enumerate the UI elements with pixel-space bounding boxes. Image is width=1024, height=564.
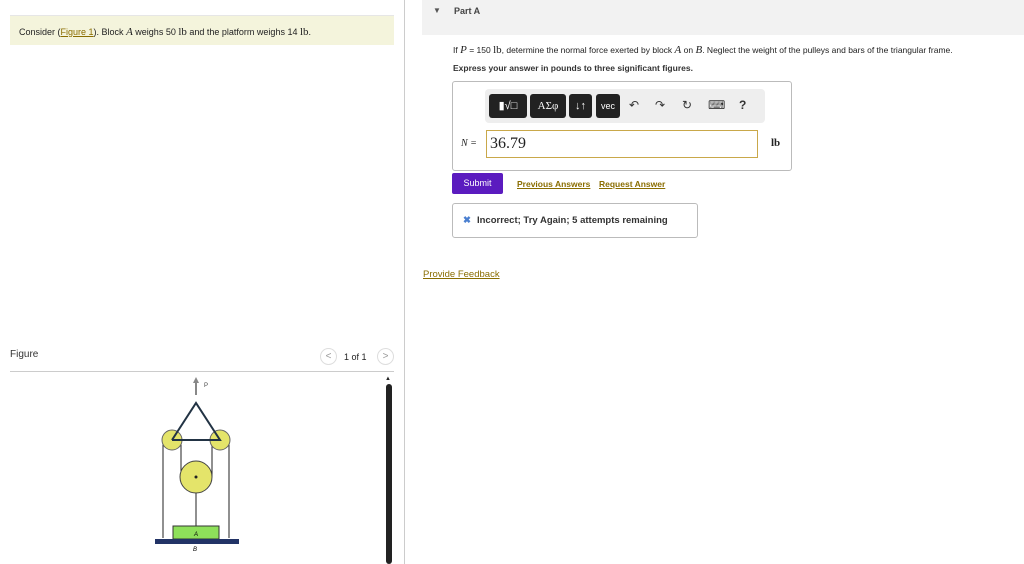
redo-icon[interactable]: ↷ [655,98,665,112]
text: Consider ( [19,27,61,37]
help-icon[interactable]: ? [739,98,746,112]
reset-icon[interactable]: ↻ [682,98,692,112]
collapse-triangle-icon[interactable]: ▼ [433,6,441,15]
prev-figure-button[interactable]: < [320,348,337,365]
instruction: Express your answer in pounds to three s… [453,63,693,73]
greek-button[interactable]: AΣφ [530,94,566,118]
arrows-button[interactable]: ↓↑ [569,94,592,118]
text: on [681,45,696,55]
submit-button[interactable]: Submit [452,173,503,194]
vec-button[interactable]: vec [596,94,620,118]
unit: lb [493,44,502,56]
divider [10,371,394,372]
incorrect-x-icon: ✖ [463,215,471,226]
answer-unit: lb [771,137,781,149]
unit: lb [299,26,309,38]
provide-feedback-link[interactable]: Provide Feedback [423,269,500,280]
problem-statement: Consider (Figure 1). Block A weighs 50 l… [10,15,394,45]
arrow-head-icon [193,377,199,383]
scrollbar[interactable] [386,384,392,564]
text: . [308,27,312,37]
feedback-text: Incorrect; Try Again; 5 attempts remaini… [476,215,668,226]
text: . Neglect the weight of the pulleys and … [702,45,953,55]
text: = 150 [466,45,494,55]
scroll-up-icon[interactable]: ▲ [385,376,391,382]
pagination: 1 of 1 [344,352,367,362]
var-a: A [126,26,133,38]
answer-input[interactable]: 36.79 [486,130,758,158]
label-p: P [204,383,208,389]
text: and the platform weighs 14 [186,27,300,37]
templates-button[interactable]: ▮√□ [489,94,527,118]
figure-link[interactable]: Figure 1 [61,27,94,37]
platform-b [155,539,239,544]
feedback-box: ✖ Incorrect; Try Again; 5 attempts remain… [452,203,698,238]
previous-answers-link[interactable]: Previous Answers [517,179,590,189]
left-panel: Consider (Figure 1). Block A weighs 50 l… [0,0,405,564]
text: weighs 50 [132,27,179,37]
part-a-header[interactable]: ▼ Part A [422,0,1024,35]
text: , determine the normal force exerted by … [501,45,675,55]
answer-label: N = [461,138,477,149]
unit: lb [178,26,187,38]
math-toolbar: ▮√□ AΣφ ↓↑ vec ↶ ↷ ↻ ⌨ ? [485,89,765,123]
question-text: If P = 150 lb, determine the normal forc… [453,44,953,56]
next-figure-button[interactable]: > [377,348,394,365]
label-b: B [193,547,197,553]
label-a: A [193,532,198,538]
part-title: Part A [454,6,481,16]
pulley-figure: P A B [155,377,239,553]
figure-label: Figure [10,349,39,360]
undo-icon[interactable]: ↶ [629,98,639,112]
keyboard-icon[interactable]: ⌨ [708,98,725,112]
request-answer-link[interactable]: Request Answer [599,179,665,189]
var-p: P [460,44,467,56]
text: ). Block [93,27,127,37]
